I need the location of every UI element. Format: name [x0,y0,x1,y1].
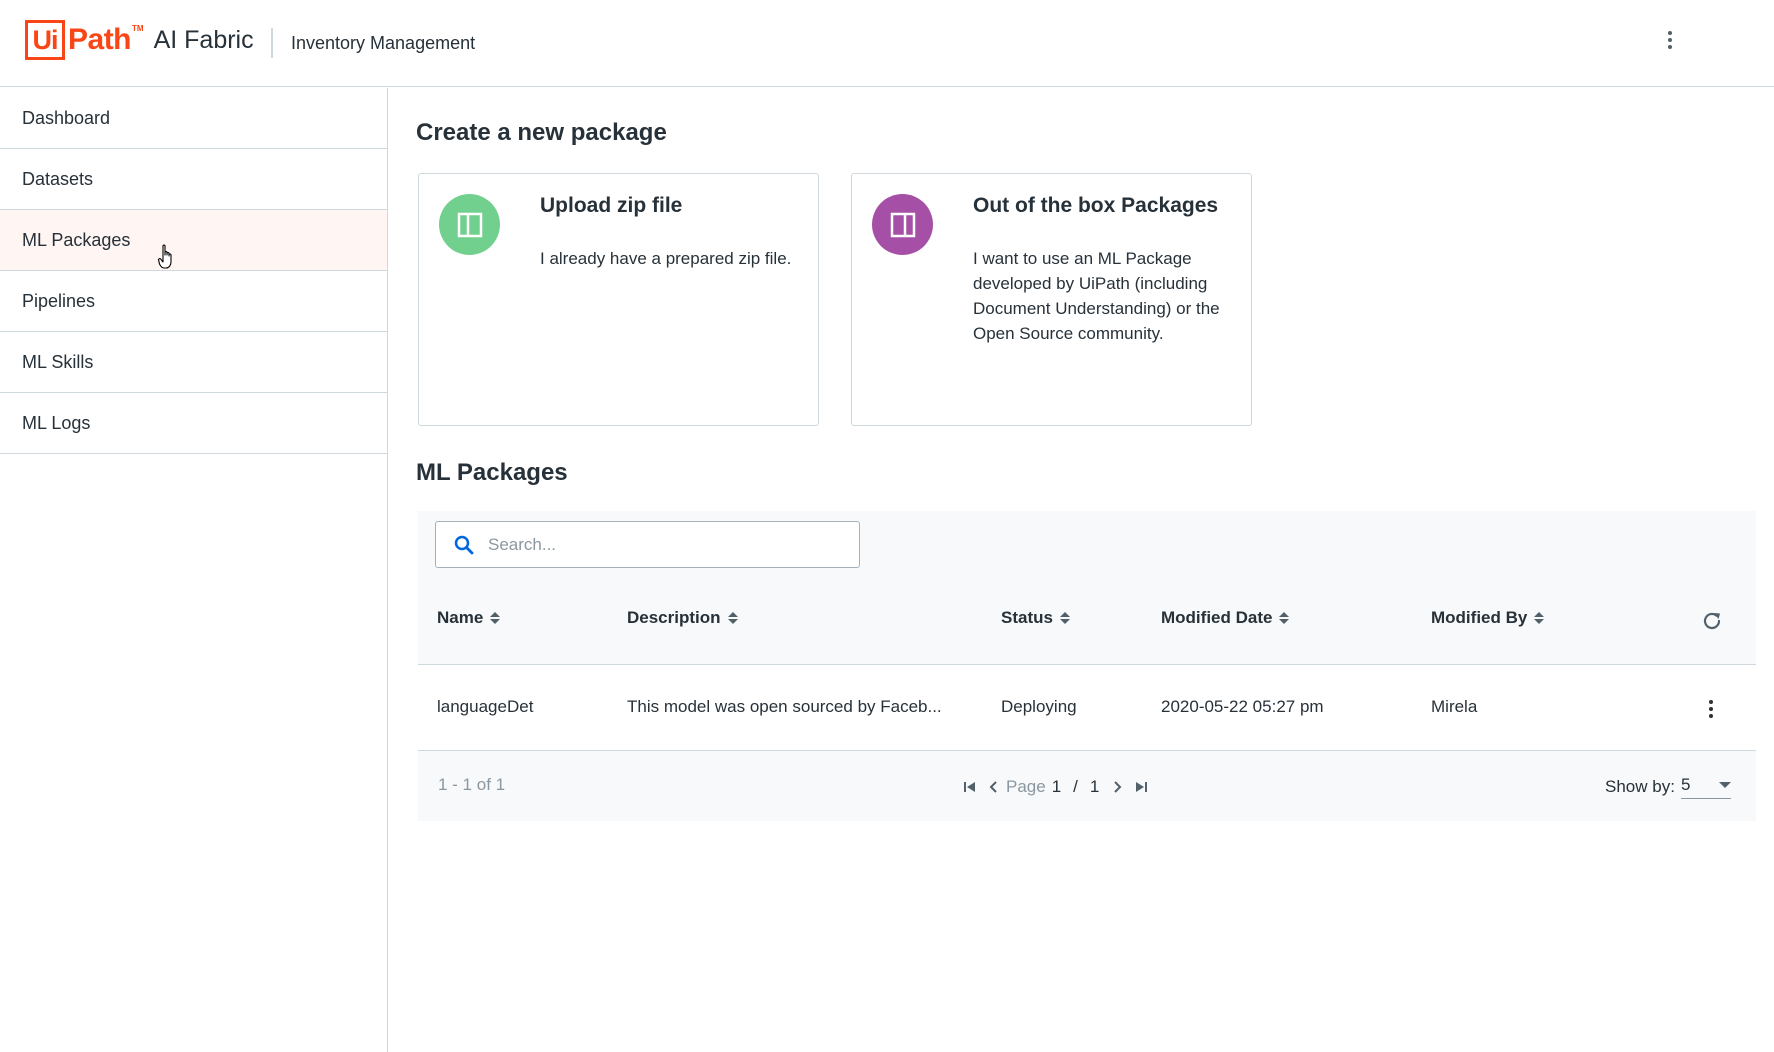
page-label: Page [1006,777,1046,796]
search-icon [454,535,474,554]
column-header-label: Status [1001,608,1053,627]
column-header-label: Description [627,608,721,627]
page-total: 1 [1089,777,1100,796]
page-current[interactable]: 1 [1052,777,1061,797]
sidebar-item-ml-logs[interactable]: ML Logs [0,393,387,454]
tenant-name: Inventory Management [291,33,476,53]
upload-zip-title: Upload zip file [540,194,683,217]
show-by-select[interactable]: 5 [1680,775,1731,799]
chevron-down-icon [1718,782,1731,788]
more-vertical-icon[interactable] [1660,28,1680,52]
logo-trademark: TM [132,23,144,33]
out-of-box-title: Out of the box Packages [973,194,1219,217]
column-header-modified-by[interactable]: Modified By [1431,608,1545,628]
table-row[interactable]: languageDet This model was open sourced … [418,664,1756,751]
refresh-icon[interactable] [1700,609,1724,633]
sidebar-item-ml-skills[interactable]: ML Skills [0,332,387,393]
sort-icon[interactable] [727,612,738,624]
hand-cursor-icon [158,244,172,269]
cell-description: This model was open sourced by Faceb... [627,697,942,716]
column-header-label: Modified By [1431,608,1528,627]
out-of-box-packages-card[interactable]: Out of the box Packages I want to use an… [851,173,1252,426]
sort-icon[interactable] [490,612,501,624]
cell-modified-date: 2020-05-22 05:27 pm [1161,697,1324,716]
sidebar-nav: Dashboard Datasets ML Packages Pipelines… [0,88,388,1052]
first-page-icon[interactable] [958,775,982,799]
sidebar-item-pipelines[interactable]: Pipelines [0,271,387,332]
uipath-logo[interactable]: Ui Path TM AI Fabric [25,20,254,60]
last-page-icon[interactable] [1129,775,1153,799]
packages-grid: Name Description Status Modified Date Mo… [418,511,1756,821]
sidebar-item-dashboard[interactable]: Dashboard [0,88,387,149]
logo-path-text: Path [68,23,132,56]
column-header-modified-date[interactable]: Modified Date [1161,608,1290,628]
sidebar-item-ml-packages[interactable]: ML Packages [0,210,387,271]
column-header-label: Name [437,608,484,627]
product-name: AI Fabric [153,25,254,54]
next-page-icon[interactable] [1105,775,1129,799]
column-header-label: Modified Date [1161,608,1273,627]
pagination: Page 1 / 1 [958,775,1153,799]
sort-icon[interactable] [1059,612,1070,624]
show-by-control: Show by: 5 [1605,775,1731,799]
upload-zip-description: I already have a prepared zip file. [540,249,792,268]
sidebar-item-datasets[interactable]: Datasets [0,149,387,210]
show-by-label: Show by: [1605,777,1675,796]
page-separator: / [1073,777,1078,796]
out-of-box-description: I want to use an ML Package developed by… [973,249,1220,343]
panel-left-icon [439,194,500,255]
app-header: Ui Path TM AI Fabric Inventory Managemen… [0,0,1774,87]
upload-zip-card[interactable]: Upload zip file I already have a prepare… [418,173,819,426]
show-by-value: 5 [1680,775,1691,794]
search-box[interactable] [435,521,860,568]
row-more-icon[interactable] [1704,697,1718,721]
create-package-title: Create a new package [416,119,667,146]
column-header-description[interactable]: Description [627,608,738,628]
logo-ui-mark: Ui [25,20,65,60]
cell-status: Deploying [1001,697,1077,716]
search-input[interactable] [488,534,848,555]
column-header-status[interactable]: Status [1001,608,1070,628]
cell-name[interactable]: languageDet [437,697,533,717]
column-header-name[interactable]: Name [437,608,501,628]
sort-icon[interactable] [1534,612,1545,624]
previous-page-icon[interactable] [982,775,1006,799]
sort-icon[interactable] [1279,612,1290,624]
cell-modified-by: Mirela [1431,697,1478,716]
ml-packages-title: ML Packages [416,459,568,486]
row-count: 1 - 1 of 1 [438,775,506,794]
header-divider [271,28,273,58]
panel-right-icon [872,194,933,255]
